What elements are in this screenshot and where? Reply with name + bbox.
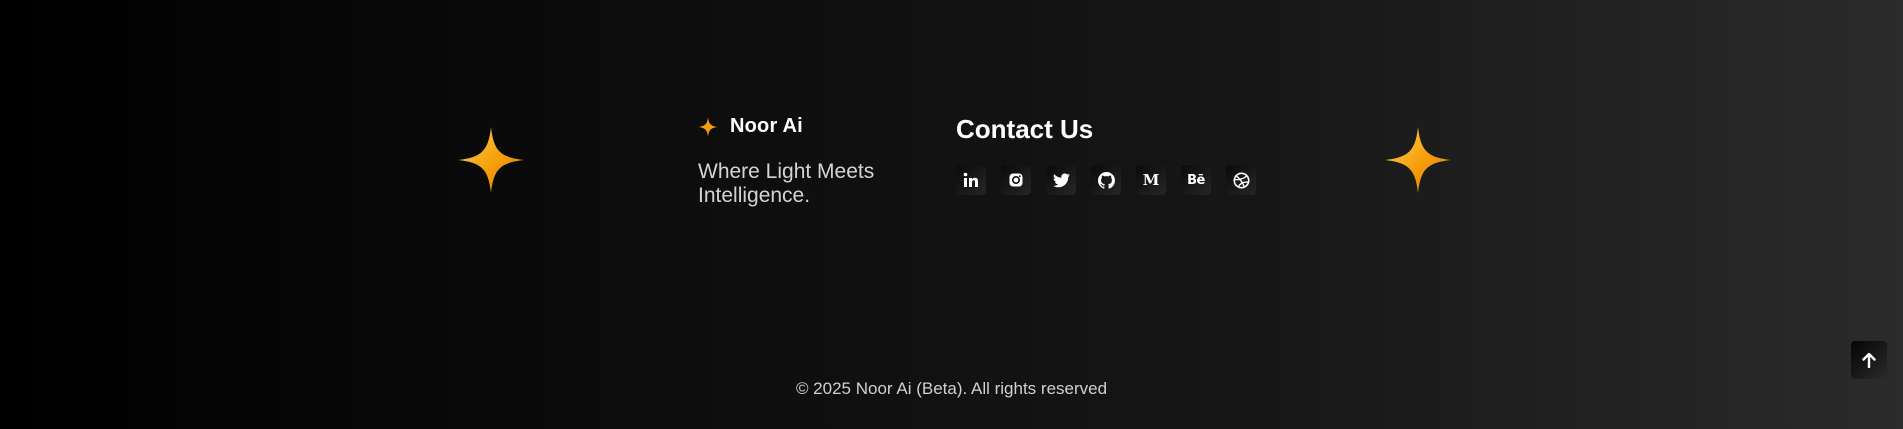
scroll-to-top-button[interactable]	[1851, 341, 1887, 379]
arrow-up-icon	[1862, 352, 1876, 368]
dribbble-link[interactable]	[1226, 165, 1256, 195]
social-links: M Bē	[956, 165, 1256, 195]
copyright-text: © 2025 Noor Ai (Beta). All rights reserv…	[795, 379, 1108, 398]
medium-icon: M	[1142, 170, 1160, 189]
brand-tagline: Where Light Meets Intelligence.	[698, 160, 875, 207]
linkedin-link[interactable]	[956, 165, 986, 195]
twitter-icon	[1052, 172, 1070, 187]
twitter-link[interactable]	[1046, 165, 1076, 195]
linkedin-icon	[963, 172, 978, 187]
instagram-link[interactable]	[1001, 165, 1031, 195]
sparkle-icon	[1385, 127, 1451, 193]
behance-link[interactable]: Bē	[1181, 165, 1211, 195]
brand-name: Noor Ai	[730, 115, 803, 137]
github-link[interactable]	[1091, 165, 1121, 195]
behance-icon: Bē	[1187, 172, 1205, 188]
medium-link[interactable]: M	[1136, 165, 1166, 195]
contact-title: Contact Us	[956, 114, 1094, 144]
sparkle-icon	[698, 116, 718, 137]
sparkle-icon	[458, 127, 524, 193]
dribbble-icon	[1232, 171, 1250, 189]
instagram-icon	[1009, 173, 1023, 187]
footer-brand: Noor Ai	[698, 115, 803, 138]
github-icon	[1097, 171, 1115, 189]
